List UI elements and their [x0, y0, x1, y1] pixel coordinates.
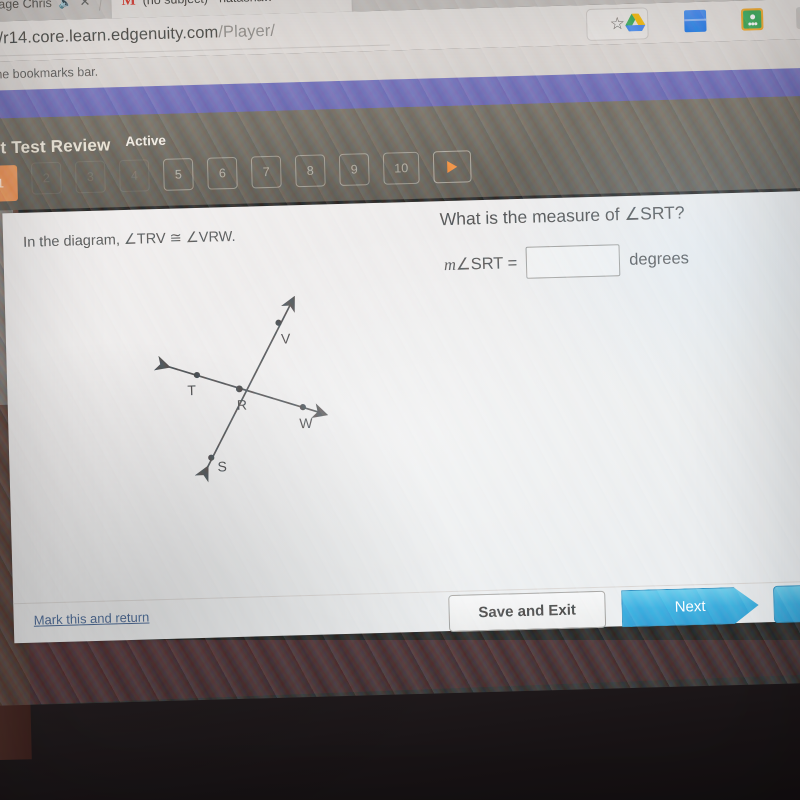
label-t: T — [187, 382, 196, 398]
question-number-6[interactable]: 6 — [206, 156, 238, 190]
question-number-4[interactable]: 4 — [118, 159, 150, 193]
next-button[interactable]: Next — [621, 586, 759, 627]
page-title: Unit Test Review — [0, 135, 111, 159]
extension-icons — [624, 2, 800, 38]
url-path: /Player/ — [218, 21, 276, 42]
point-w — [299, 403, 306, 411]
blue-app-icon[interactable] — [683, 9, 707, 33]
contacts-app-icon[interactable] — [740, 8, 764, 31]
question-number-8[interactable]: 8 — [294, 154, 326, 188]
answer-unit: degrees — [628, 248, 690, 269]
speaker-icon[interactable]: 🔈 — [59, 0, 73, 9]
question-number-5[interactable]: 5 — [162, 158, 194, 191]
tab-title: en Damage Chris — [0, 0, 52, 13]
question-number-1[interactable]: 1 — [0, 164, 19, 202]
close-icon[interactable]: ✕ — [279, 0, 290, 5]
answer-label-rest: ∠SRT = — [455, 254, 518, 274]
line-sv — [194, 295, 295, 483]
close-icon[interactable]: ✕ — [79, 0, 90, 10]
question-number-9[interactable]: 9 — [338, 153, 370, 186]
next-question-arrow-button[interactable] — [432, 150, 472, 184]
given-statement: In the diagram, ∠TRV ≅ ∠VRW. — [22, 228, 236, 251]
question-number-7[interactable]: 7 — [250, 155, 282, 189]
label-v: V — [281, 330, 291, 346]
gmail-icon: M — [121, 0, 136, 9]
answer-row: m∠SRT = degrees — [444, 242, 690, 281]
measure-symbol: m — [443, 254, 457, 275]
question-number-2[interactable]: 2 — [30, 161, 62, 195]
bookmark-star-icon: ☆ — [609, 13, 626, 34]
save-and-exit-button[interactable]: Save and Exit — [448, 590, 607, 633]
point-r — [235, 385, 243, 393]
mark-this-and-return-link[interactable]: Mark this and return — [34, 609, 150, 627]
answer-input[interactable] — [525, 244, 621, 279]
ghost-icon[interactable] — [795, 6, 800, 30]
question-number-3[interactable]: 3 — [74, 160, 106, 194]
geometry-diagram: V T R W S — [153, 295, 329, 483]
question-prompt: What is the measure of ∠SRT? — [439, 202, 685, 230]
label-s: S — [217, 458, 227, 474]
answer-label: m∠SRT = — [444, 253, 518, 275]
play-arrow-icon — [447, 160, 458, 173]
point-t — [193, 371, 201, 379]
submit-button[interactable]: Su — [773, 582, 800, 624]
question-number-10[interactable]: 10 — [382, 151, 420, 185]
label-r: R — [237, 397, 248, 413]
label-w: W — [299, 415, 313, 431]
question-card: In the diagram, ∠TRV ≅ ∠VRW. What is the… — [2, 190, 800, 644]
google-drive-icon[interactable] — [624, 11, 647, 34]
laptop-screen: en Damage Chris 🔈 ✕ M (no subject) - nat… — [0, 0, 800, 706]
status-badge: Active — [125, 132, 167, 149]
tab-title: (no subject) - natashaw — [142, 0, 272, 7]
